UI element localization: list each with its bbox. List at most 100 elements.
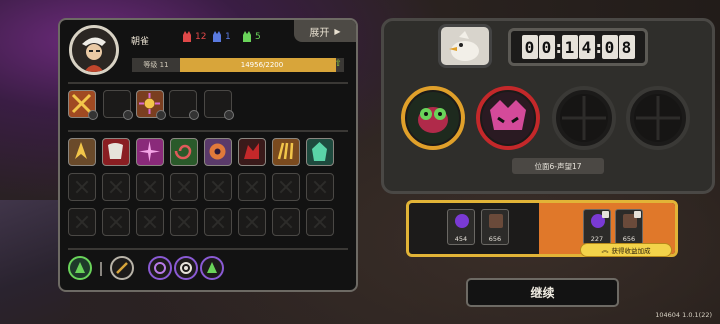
relic-slot-4[interactable] (169, 90, 199, 120)
empty-slot (306, 208, 334, 236)
lock-icon (602, 211, 609, 218)
settings-badge-icon (88, 110, 98, 120)
character-panel: 朝雀 12 1 5 展开 ▶ 等级 11 14956/2200 ⇧ (58, 18, 358, 292)
empty-slot (238, 173, 266, 201)
reward-item[interactable]: 656 (481, 209, 509, 245)
timer-digit: 0 (521, 35, 538, 59)
relic-slot-2[interactable] (103, 90, 133, 120)
player-name: 朝雀 (131, 37, 150, 47)
demon-mask-icon (108, 143, 123, 159)
ability-circle-3[interactable] (148, 256, 172, 280)
separator (100, 262, 102, 276)
empty-slot (102, 173, 130, 201)
skill-slot-6[interactable] (238, 138, 266, 166)
skill-slot-4[interactable] (170, 138, 198, 166)
settings-badge-icon (123, 110, 133, 120)
ability-circle-5[interactable] (200, 256, 224, 280)
expand-button[interactable]: 展开 ▶ (294, 20, 356, 42)
ability-circle-1[interactable] (68, 256, 92, 280)
double-chevron-up-icon: ︽ (601, 246, 609, 254)
duck-icon (449, 31, 479, 61)
relic-slot-5[interactable] (204, 90, 234, 120)
divider (68, 248, 348, 250)
flame-wings-icon (75, 142, 87, 159)
timer-digit: 1 (561, 35, 578, 59)
divider (68, 130, 348, 132)
skill-slot-1[interactable] (68, 138, 96, 166)
swirl-icon (174, 144, 192, 160)
reward-item[interactable]: 227 (583, 209, 611, 245)
empty-slot (68, 173, 96, 201)
timer-digit: 8 (618, 35, 635, 59)
timer-colon: : (555, 37, 562, 57)
level-up-icon: ⇧ (334, 59, 342, 69)
relic-slot-3[interactable] (136, 90, 166, 120)
xp-text: 14956/2200 (240, 61, 284, 69)
reward-item[interactable]: 454 (447, 209, 475, 245)
stone-tile-icon (489, 214, 503, 228)
settings-badge-icon (224, 110, 234, 120)
empty-slot (204, 208, 232, 236)
jade-idol-icon (312, 142, 327, 161)
boss-slot-4[interactable] (626, 86, 690, 150)
empty-slot (170, 173, 198, 201)
red-beast-icon (244, 143, 259, 159)
ability-circle-4[interactable] (174, 256, 198, 280)
continue-button[interactable]: 继续 (466, 278, 619, 307)
timer-digit: 0 (601, 35, 618, 59)
green-demon-icon (243, 31, 251, 42)
timer-digit: 0 (538, 35, 555, 59)
red-demon-icon (183, 31, 191, 42)
xp-bar: 14956/2200 ⇧ (180, 58, 344, 72)
relic-slot-1[interactable] (68, 90, 98, 120)
starburst-icon (139, 141, 160, 162)
green-leaf-icon (207, 262, 217, 273)
skill-slot-3[interactable] (136, 138, 164, 166)
reward-item[interactable]: 656 (615, 209, 643, 245)
purple-vortex-icon (154, 262, 166, 274)
settings-badge-icon (189, 110, 199, 120)
purple-orb-icon (455, 214, 469, 228)
level-label: 等级 11 (132, 58, 180, 72)
skill-slot-5[interactable] (204, 138, 232, 166)
avatar[interactable] (69, 25, 119, 75)
divider (68, 82, 348, 84)
empty-slot (136, 173, 164, 201)
boss-slot-1[interactable] (401, 86, 465, 150)
dagger-icon (116, 262, 128, 274)
empty-slot (306, 173, 334, 201)
stat-red: 12 (182, 31, 206, 43)
boss-slot-2[interactable] (476, 86, 540, 150)
empty-slot (136, 208, 164, 236)
empty-slot (272, 208, 300, 236)
green-insect-icon (407, 92, 459, 144)
lock-icon (634, 211, 641, 218)
bonus-button[interactable]: ︽ 获得收益加成 (580, 243, 672, 257)
empty-slot (238, 208, 266, 236)
empty-slot (170, 208, 198, 236)
at-symbol-icon (180, 262, 192, 274)
green-claw-icon (75, 262, 85, 273)
timer-digit: 4 (578, 35, 595, 59)
duck-portrait[interactable] (438, 24, 492, 68)
pink-demon-icon (482, 92, 534, 144)
stat-green: 5 (242, 31, 261, 43)
eye-orb-icon (209, 143, 226, 160)
settings-badge-icon (156, 110, 166, 120)
empty-slot (68, 208, 96, 236)
skill-slot-2[interactable] (102, 138, 130, 166)
location-label: 位面6-声望17 (512, 158, 604, 174)
skill-slot-7[interactable] (272, 138, 300, 166)
boss-slot-3[interactable] (552, 86, 616, 150)
skill-slot-8[interactable] (306, 138, 334, 166)
version-label: 104604 1.0.1(22) (655, 311, 712, 319)
timer-colon: : (595, 37, 602, 57)
claw-icon (277, 142, 294, 160)
empty-boss-icon (634, 94, 682, 142)
ability-circle-2[interactable] (110, 256, 134, 280)
empty-boss-icon (560, 94, 608, 142)
level-row: 等级 11 14956/2200 ⇧ (132, 58, 344, 72)
empty-slot (204, 173, 232, 201)
empty-slot (272, 173, 300, 201)
empty-slot (102, 208, 130, 236)
